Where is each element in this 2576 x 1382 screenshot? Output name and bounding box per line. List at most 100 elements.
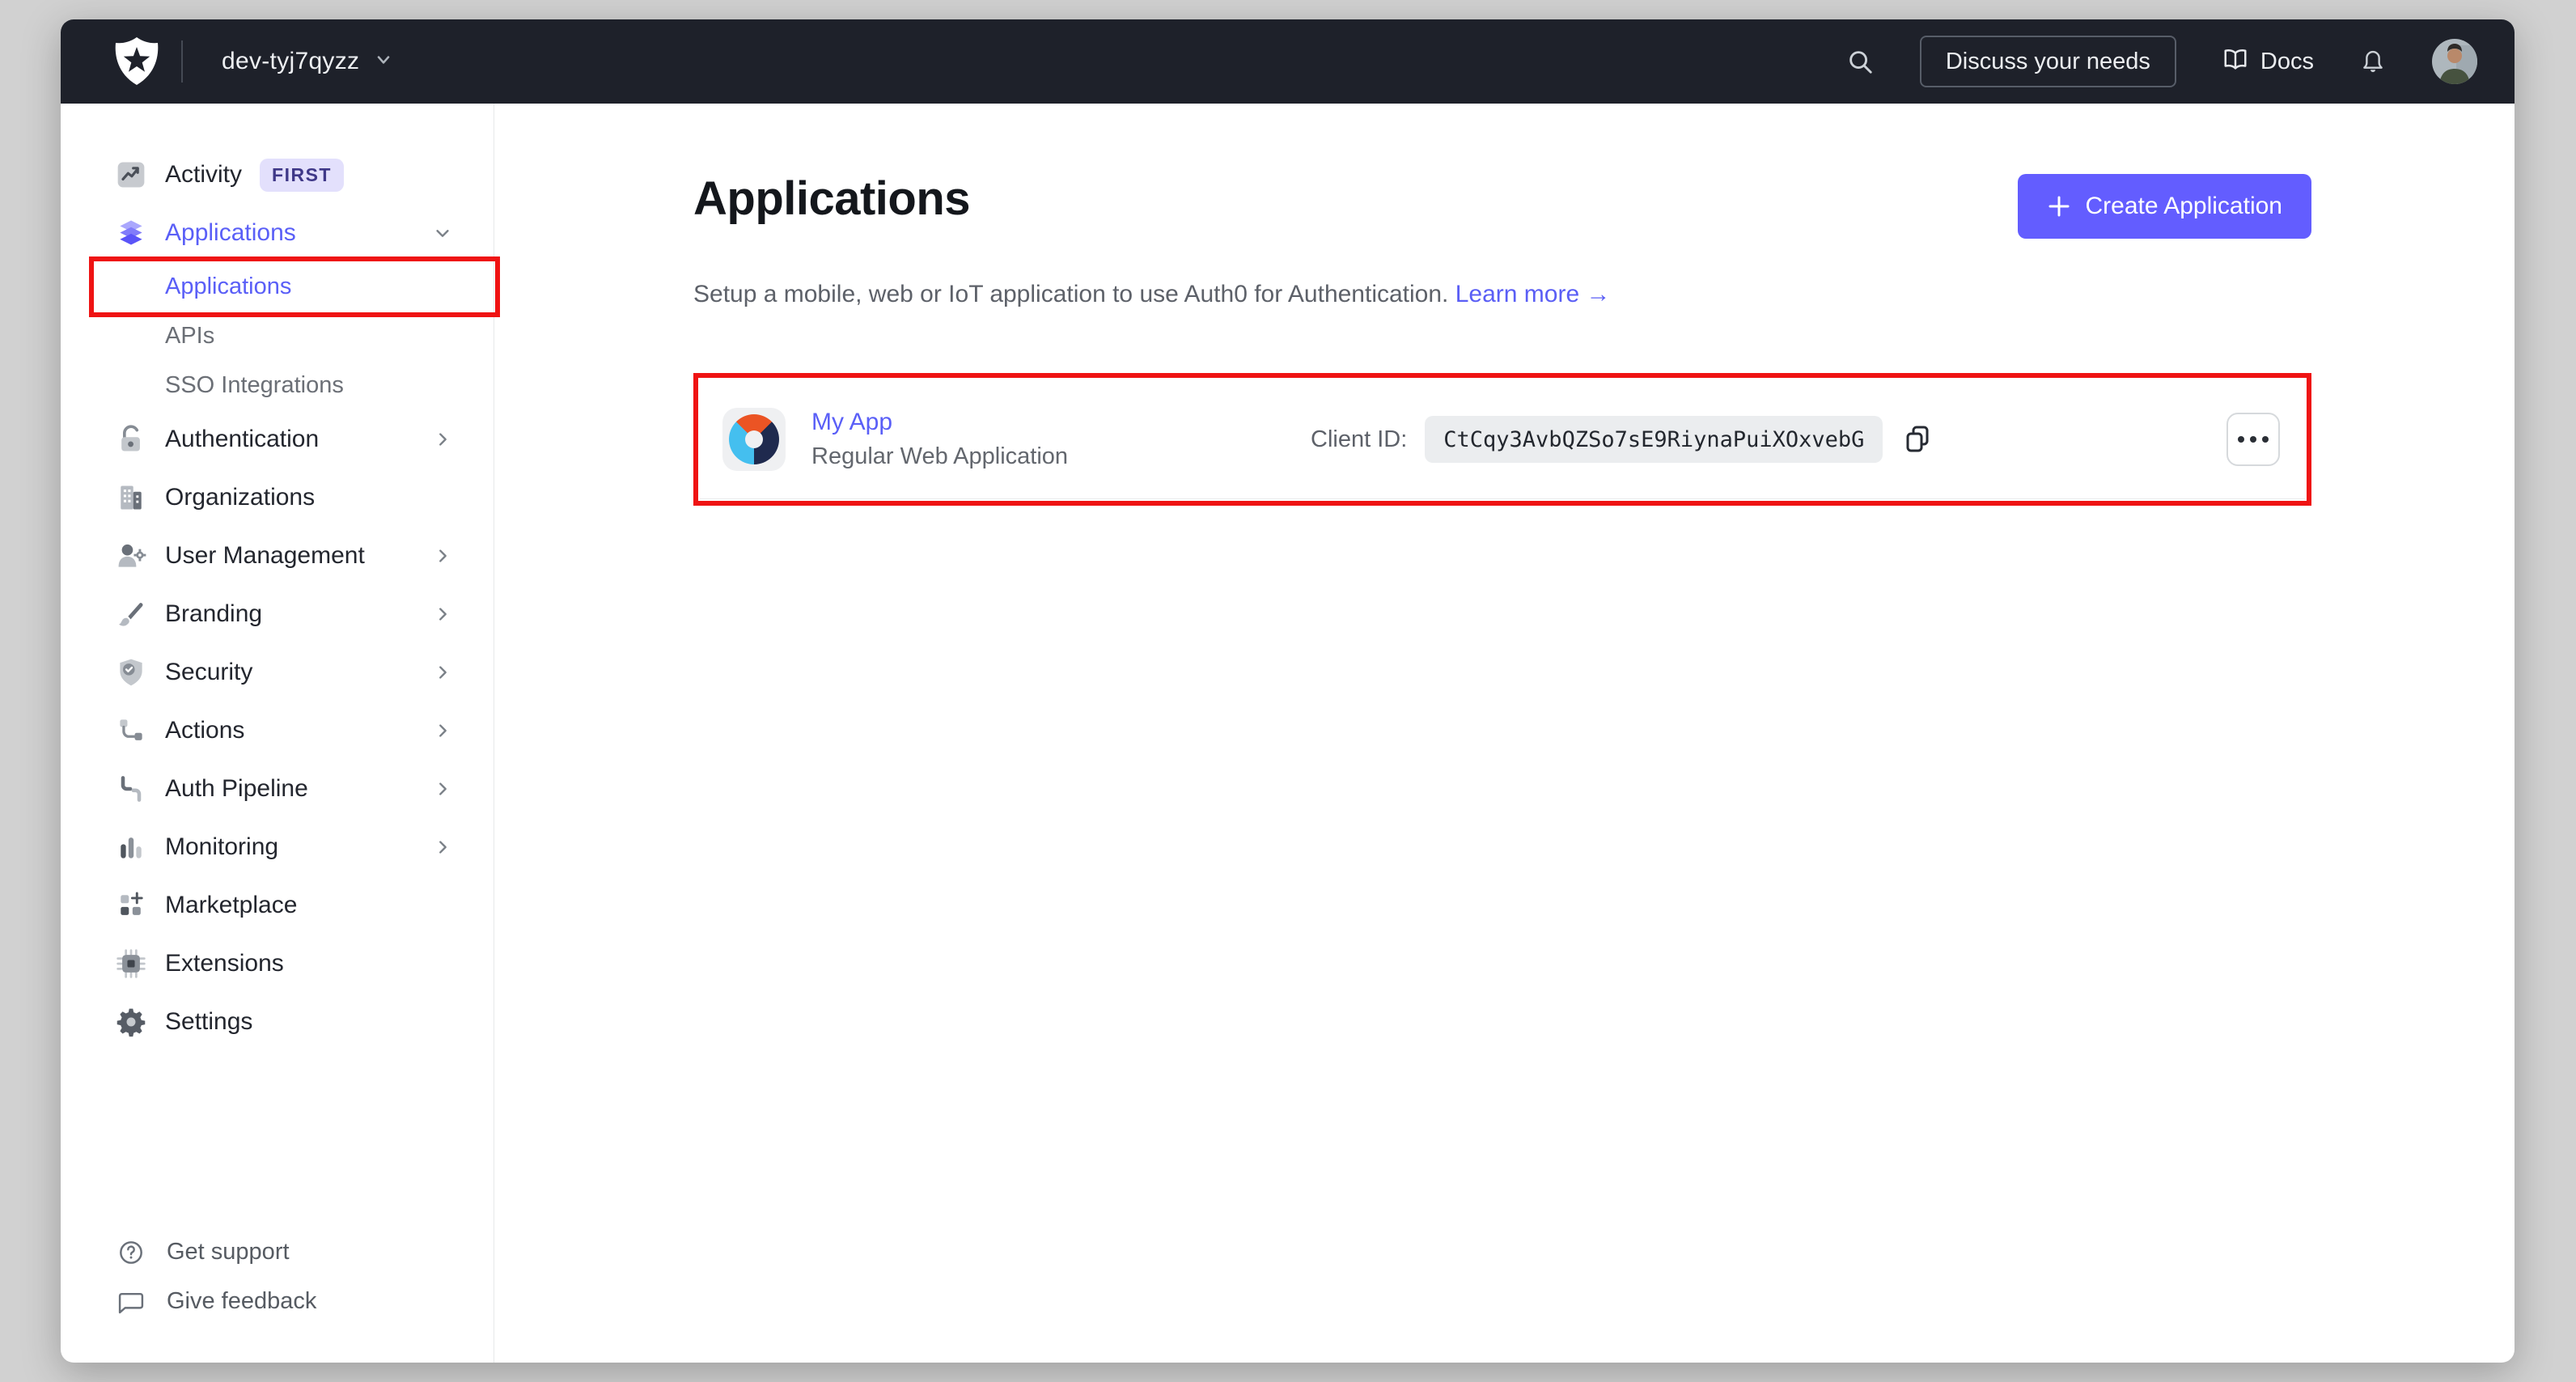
chevron-right-icon xyxy=(434,838,451,856)
sidebar-subitem-applications[interactable]: Applications xyxy=(61,262,494,312)
give-feedback-link[interactable]: Give feedback xyxy=(61,1277,494,1326)
auth0-logo-icon[interactable] xyxy=(113,36,160,87)
give-feedback-label: Give feedback xyxy=(167,1288,317,1314)
application-name-link[interactable]: My App xyxy=(811,409,1068,436)
paintbrush-icon xyxy=(113,596,149,632)
learn-more-label: Learn more xyxy=(1455,281,1580,307)
sidebar-subitem-label: SSO Integrations xyxy=(165,372,344,398)
book-icon xyxy=(2222,46,2249,78)
get-support-link[interactable]: Get support xyxy=(61,1227,494,1277)
sidebar-subitem-apis[interactable]: APIs xyxy=(61,312,494,361)
sidebar-subitem-label: Applications xyxy=(165,273,292,299)
sidebar-item-label: Applications xyxy=(165,219,296,246)
copy-icon[interactable] xyxy=(1902,423,1934,456)
topbar: dev-tyj7qyzz Discuss your needs Docs xyxy=(61,19,2515,104)
page-subtitle: Setup a mobile, web or IoT application t… xyxy=(693,279,2311,310)
sidebar-item-monitoring[interactable]: Monitoring xyxy=(61,818,494,876)
chevron-right-icon xyxy=(434,605,451,623)
chevron-right-icon xyxy=(434,663,451,681)
sidebar-item-marketplace[interactable]: Marketplace xyxy=(61,876,494,935)
arrow-right-icon: → xyxy=(1586,281,1611,307)
topbar-divider xyxy=(181,40,183,83)
applications-layers-icon xyxy=(113,215,149,251)
sidebar-subitem-label: APIs xyxy=(165,323,215,349)
docs-label: Docs xyxy=(2260,48,2314,74)
body-row: Activity FIRST Applications Applications… xyxy=(61,104,2515,1363)
sidebar-item-label: Actions xyxy=(165,717,245,744)
notifications-bell-icon[interactable] xyxy=(2359,48,2387,75)
tenant-switcher[interactable]: dev-tyj7qyzz xyxy=(222,48,393,75)
application-identity: My App Regular Web Application xyxy=(811,409,1068,470)
sidebar-item-actions[interactable]: Actions xyxy=(61,702,494,760)
sidebar-item-label: Marketplace xyxy=(165,892,298,918)
subtitle-text: Setup a mobile, web or IoT application t… xyxy=(693,281,1449,307)
user-gear-icon xyxy=(113,538,149,574)
sidebar-item-label: Settings xyxy=(165,1008,253,1035)
tenant-name: dev-tyj7qyzz xyxy=(222,48,360,74)
sidebar-item-activity[interactable]: Activity FIRST xyxy=(61,146,494,204)
sidebar-item-label: Auth Pipeline xyxy=(165,775,308,802)
chevron-down-icon xyxy=(374,50,393,74)
marketplace-grid-plus-icon xyxy=(113,888,149,923)
application-logo xyxy=(722,408,786,471)
shield-check-icon xyxy=(113,655,149,690)
sidebar-item-label: Organizations xyxy=(165,484,316,511)
ellipsis-dot xyxy=(2238,436,2244,443)
create-application-button[interactable]: Create Application xyxy=(2017,174,2311,239)
sidebar-item-label: User Management xyxy=(165,542,365,569)
building-icon xyxy=(113,480,149,515)
sidebar-item-user-management[interactable]: User Management xyxy=(61,527,494,585)
client-id-value: CtCqy3AvbQZSo7sE9RiynaPuiXOxvebG xyxy=(1425,416,1883,463)
client-id-group: Client ID: CtCqy3AvbQZSo7sE9RiynaPuiXOxv… xyxy=(1311,416,1934,463)
sidebar-item-authentication[interactable]: Authentication xyxy=(61,410,494,468)
app-window: dev-tyj7qyzz Discuss your needs Docs Act… xyxy=(61,19,2515,1363)
client-id-label: Client ID: xyxy=(1311,426,1408,452)
user-avatar[interactable] xyxy=(2432,39,2477,84)
bar-chart-icon xyxy=(113,829,149,865)
sidebar-item-label: Security xyxy=(165,659,253,685)
sidebar-item-branding[interactable]: Branding xyxy=(61,585,494,643)
pipeline-icon xyxy=(113,771,149,807)
chevron-right-icon xyxy=(434,430,451,448)
sidebar-item-label: Activity xyxy=(165,161,243,188)
gear-icon xyxy=(113,1004,149,1040)
main-content: Applications Create Application Setup a … xyxy=(494,104,2515,1363)
sidebar-item-security[interactable]: Security xyxy=(61,643,494,702)
get-support-label: Get support xyxy=(167,1239,290,1265)
discuss-your-needs-label: Discuss your needs xyxy=(1945,48,2150,74)
sidebar-item-auth-pipeline[interactable]: Auth Pipeline xyxy=(61,760,494,818)
page-header: Applications Create Application xyxy=(693,174,2311,239)
activity-icon xyxy=(113,157,149,193)
sidebar-subitem-sso-integrations[interactable]: SSO Integrations xyxy=(61,361,494,410)
sidebar-item-label: Monitoring xyxy=(165,833,279,860)
sidebar-item-organizations[interactable]: Organizations xyxy=(61,468,494,527)
sidebar: Activity FIRST Applications Applications… xyxy=(61,104,500,1363)
row-bottom-border xyxy=(700,498,2305,499)
sidebar-item-settings[interactable]: Settings xyxy=(61,993,494,1051)
sidebar-item-extensions[interactable]: Extensions xyxy=(61,935,494,993)
sidebar-item-applications[interactable]: Applications xyxy=(61,204,494,262)
application-row: My App Regular Web Application Client ID… xyxy=(693,373,2311,506)
topbar-right: Discuss your needs Docs xyxy=(1845,36,2477,87)
help-circle-icon xyxy=(113,1235,149,1270)
app-donut-logo-icon xyxy=(729,414,779,464)
chevron-right-icon xyxy=(434,780,451,798)
create-application-label: Create Application xyxy=(2085,193,2283,219)
sidebar-item-label: Authentication xyxy=(165,426,320,452)
actions-flow-icon xyxy=(113,713,149,748)
chip-icon xyxy=(113,946,149,981)
sidebar-item-label: Extensions xyxy=(165,950,284,977)
chevron-right-icon xyxy=(434,722,451,740)
page-title: Applications xyxy=(693,172,971,225)
search-icon[interactable] xyxy=(1845,47,1875,76)
sidebar-footer: Get support Give feedback xyxy=(61,1227,494,1326)
chevron-down-icon xyxy=(434,224,451,242)
learn-more-link[interactable]: Learn more → xyxy=(1455,281,1611,307)
plus-icon xyxy=(2047,194,2071,218)
lock-icon xyxy=(113,422,149,457)
docs-link[interactable]: Docs xyxy=(2222,46,2314,78)
discuss-your-needs-button[interactable]: Discuss your needs xyxy=(1919,36,2176,87)
ellipsis-dot xyxy=(2250,436,2256,443)
application-menu-button[interactable] xyxy=(2226,413,2280,466)
application-type: Regular Web Application xyxy=(811,443,1069,469)
